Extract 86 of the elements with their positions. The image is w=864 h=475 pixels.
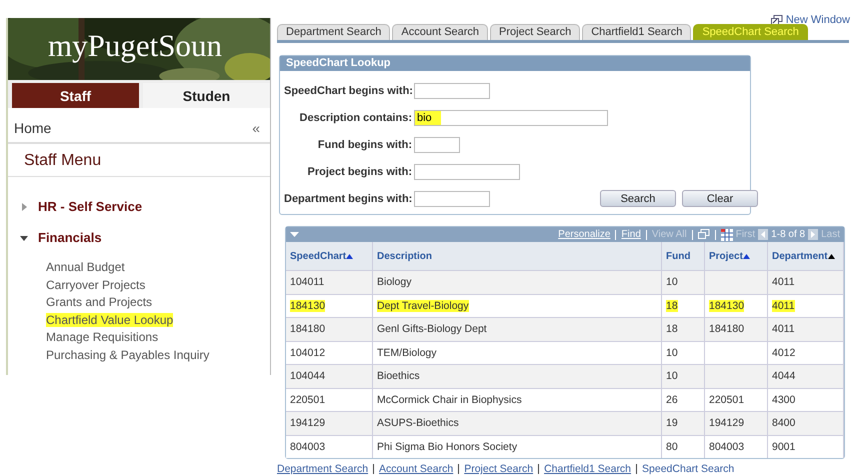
footer-link[interactable]: Project Search [464,463,534,475]
footer-link[interactable]: Chartfield1 Search [544,463,632,475]
new-window-icon[interactable] [698,229,710,240]
menu-item[interactable]: Carryover Projects [46,278,146,292]
input-field[interactable] [414,82,490,98]
portal-tab[interactable]: Studen [143,83,270,108]
table-cell: 10 [666,346,678,359]
table-cell: 804003 [290,440,326,453]
column-header[interactable]: Description [377,250,432,262]
grid-link: View All [652,229,687,240]
menu-title: Staff Menu [8,144,270,177]
menu-item[interactable]: Manage Requisitions [46,330,158,344]
table-cell: Phi Sigma Bio Honors Society [377,440,518,453]
table-cell: 18 [666,323,678,336]
input-field[interactable]: bio [414,110,608,126]
input-field[interactable] [414,136,460,152]
table-cell: Dept Travel-Biology [377,300,469,312]
footer-link[interactable]: Account Search [379,463,454,475]
expanded-icon[interactable] [20,234,28,242]
footer-link[interactable]: Department Search [277,463,368,475]
previous-icon [758,229,768,240]
search-tab[interactable]: Department Search [277,24,390,40]
table-cell: 104012 [290,346,326,359]
portal-tab[interactable]: Staff [12,83,139,108]
search-button[interactable]: Search [600,190,676,207]
menu-item[interactable]: Annual Budget [46,260,125,274]
sort-icon[interactable] [742,254,750,258]
logo-text: myPugetSoun [48,28,222,64]
table-cell: Genl Gifts-Biology Dept [377,323,487,336]
table-cell: 194129 [290,417,326,430]
table-cell: 9001 [772,440,796,453]
table-cell: 4044 [772,370,796,382]
home-link[interactable]: Home [14,120,52,136]
field-label: Description contains: [298,112,412,124]
collapse-button[interactable]: « [252,120,260,136]
field-label: Department begins with: [284,192,412,204]
panel-title: SpeedChart Lookup [280,56,750,71]
table-cell: 184130 [290,300,326,312]
menu-item[interactable]: Purchasing & Payables Inquiry [46,348,210,362]
table-cell: 104044 [290,370,326,382]
table-cell: 4011 [772,300,795,312]
clear-button[interactable]: Clear [682,190,758,207]
table-cell: 10 [666,370,678,382]
search-tab[interactable]: Project Search [490,24,580,40]
table-cell: 4011 [772,323,795,336]
table-cell: 194129 [709,417,744,430]
table-cell: ASUPS-Bioethics [377,417,459,430]
menu-item[interactable]: Grants and Projects [46,295,152,309]
table-cell: 26 [666,394,678,406]
table-cell: TEM/Biology [377,346,437,359]
input-field[interactable] [414,164,520,180]
menu-section[interactable]: HR - Self Service [38,199,142,214]
search-tab[interactable]: Chartfield1 Search [582,24,692,40]
table-cell: 184180 [290,323,326,336]
table-cell: 804003 [709,440,744,453]
collapse-icon[interactable] [290,232,299,238]
field-label: Fund begins with: [316,138,412,150]
sort-icon[interactable] [828,254,835,258]
field-label: Project begins with: [306,166,412,178]
table-cell: 220501 [290,394,326,406]
input-field[interactable] [414,190,490,206]
table-cell: 10 [666,276,678,288]
table-cell: 184180 [709,323,744,336]
footer-link[interactable]: SpeedChart Search [642,463,734,475]
table-cell: 18 [666,300,678,312]
table-cell: 80 [666,440,678,453]
search-tab[interactable]: Account Search [392,24,488,40]
table-cell: 19 [666,417,678,430]
row-range: 1-8 of 8 [771,229,806,240]
menu-item[interactable]: Chartfield Value Lookup [46,312,174,326]
table-cell: 4011 [772,276,795,288]
spreadsheet-icon[interactable] [720,228,733,240]
sort-icon[interactable] [346,254,354,258]
table-cell: 4300 [772,394,796,406]
next-icon [808,229,818,240]
table-cell: 8400 [772,417,796,430]
table-cell: 184130 [709,300,744,312]
table-cell: 104011 [290,276,324,288]
table-cell: 4012 [772,346,796,359]
field-label: SpeedChart begins with: [284,84,412,96]
collapsed-icon[interactable] [20,202,28,210]
table-cell: McCormick Chair in Biophysics [377,394,522,406]
table-cell: Biology [377,276,412,288]
menu-section[interactable]: Financials [38,230,102,245]
table-cell: Bioethics [377,370,420,382]
table-cell: 220501 [709,394,744,406]
